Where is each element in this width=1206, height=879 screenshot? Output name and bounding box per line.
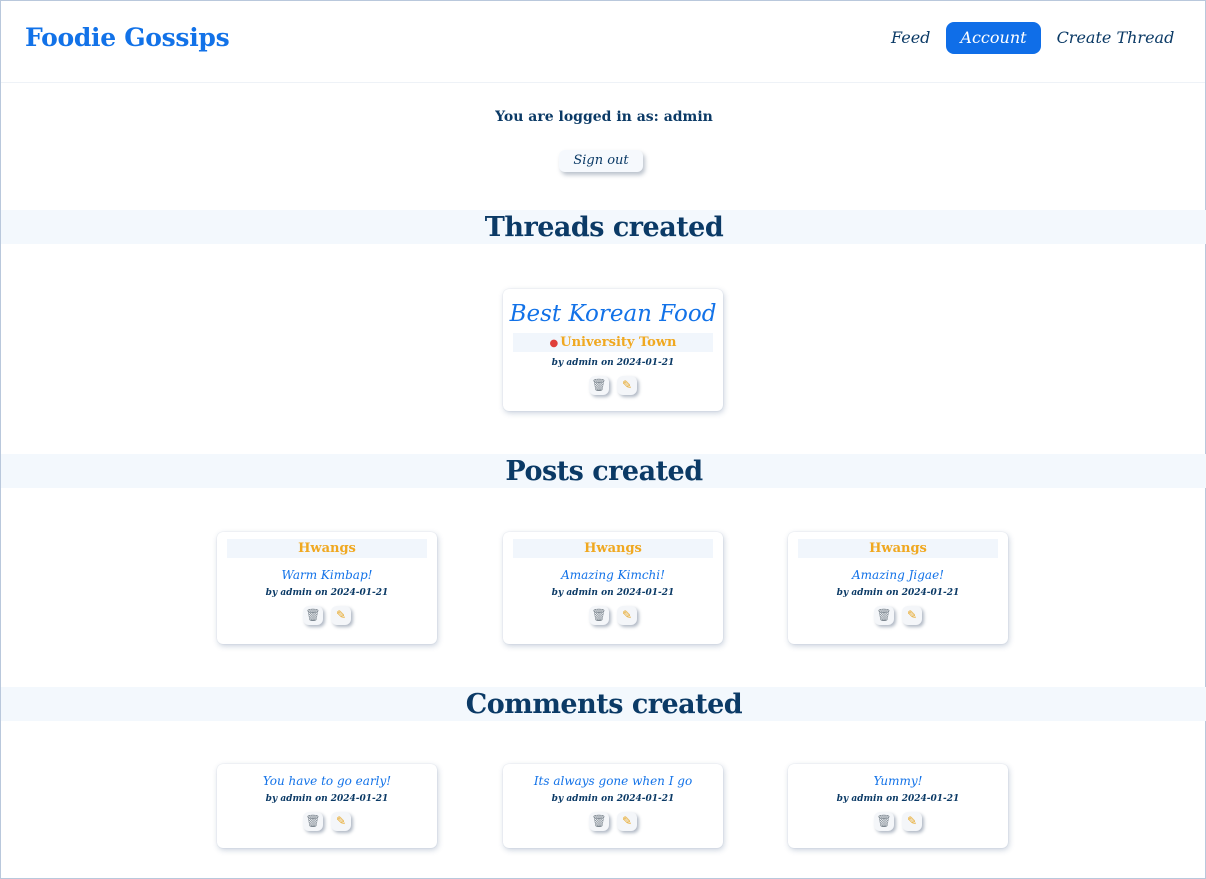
comments-section-header: Comments created xyxy=(1,687,1206,721)
post-thread-name[interactable]: Hwangs xyxy=(798,539,998,558)
trash-icon: 🗑 xyxy=(591,378,607,392)
pencil-icon: ✎ xyxy=(621,378,633,392)
post-meta: by admin on 2024-01-21 xyxy=(551,588,675,598)
trash-icon: 🗑 xyxy=(876,814,892,828)
comments-section-title: Comments created xyxy=(465,689,743,720)
nav-account[interactable]: Account xyxy=(946,22,1041,54)
posts-section-title: Posts created xyxy=(505,456,703,487)
post-meta: by admin on 2024-01-21 xyxy=(265,588,389,598)
delete-comment-button[interactable]: 🗑 xyxy=(303,812,323,831)
thread-card[interactable]: Best Korean Food ● University Town by adm… xyxy=(503,289,723,411)
top-navbar: Foodie Gossips Feed Account Create Threa… xyxy=(1,1,1205,83)
edit-post-button[interactable]: ✎ xyxy=(617,606,637,625)
thread-title[interactable]: Best Korean Food xyxy=(503,299,723,329)
comment-text[interactable]: You have to go early! xyxy=(217,774,437,788)
edit-post-button[interactable]: ✎ xyxy=(902,606,922,625)
logged-in-text: You are logged in as: admin xyxy=(495,109,713,125)
thread-location: ● University Town xyxy=(513,333,713,352)
delete-post-button[interactable]: 🗑 xyxy=(303,606,323,625)
nav-feed[interactable]: Feed xyxy=(877,22,944,54)
brand-logo[interactable]: Foodie Gossips xyxy=(25,23,230,52)
comment-meta: by admin on 2024-01-21 xyxy=(836,794,960,804)
delete-comment-button[interactable]: 🗑 xyxy=(874,812,894,831)
edit-comment-button[interactable]: ✎ xyxy=(902,812,922,831)
pencil-icon: ✎ xyxy=(335,814,347,828)
pin-icon: ● xyxy=(549,338,559,349)
pencil-icon: ✎ xyxy=(906,814,918,828)
edit-post-button[interactable]: ✎ xyxy=(331,606,351,625)
post-thread-name[interactable]: Hwangs xyxy=(513,539,713,558)
trash-icon: 🗑 xyxy=(305,814,321,828)
post-actions: 🗑 ✎ xyxy=(788,606,1008,625)
thread-location-label: University Town xyxy=(560,335,677,350)
edit-comment-button[interactable]: ✎ xyxy=(617,812,637,831)
comment-actions: 🗑 ✎ xyxy=(217,812,437,831)
threads-section-title: Threads created xyxy=(484,212,724,243)
comment-text[interactable]: Yummy! xyxy=(788,774,1008,788)
post-actions: 🗑 ✎ xyxy=(503,606,723,625)
thread-actions: 🗑 ✎ xyxy=(503,376,723,395)
post-card[interactable]: Hwangs Warm Kimbap! by admin on 2024-01-… xyxy=(217,532,437,644)
post-thread-name[interactable]: Hwangs xyxy=(227,539,427,558)
pencil-icon: ✎ xyxy=(906,608,918,622)
pencil-icon: ✎ xyxy=(621,814,633,828)
post-card[interactable]: Hwangs Amazing Kimchi! by admin on 2024-… xyxy=(503,532,723,644)
threads-section-header: Threads created xyxy=(1,210,1206,244)
post-title[interactable]: Amazing Jigae! xyxy=(788,568,1008,582)
post-card[interactable]: Hwangs Amazing Jigae! by admin on 2024-0… xyxy=(788,532,1008,644)
sign-out-button[interactable]: Sign out xyxy=(559,150,643,172)
comment-actions: 🗑 ✎ xyxy=(503,812,723,831)
comment-card[interactable]: Its always gone when I go by admin on 20… xyxy=(503,764,723,848)
edit-comment-button[interactable]: ✎ xyxy=(331,812,351,831)
post-title[interactable]: Amazing Kimchi! xyxy=(503,568,723,582)
trash-icon: 🗑 xyxy=(591,608,607,622)
post-title[interactable]: Warm Kimbap! xyxy=(217,568,437,582)
comment-card[interactable]: You have to go early! by admin on 2024-0… xyxy=(217,764,437,848)
post-meta: by admin on 2024-01-21 xyxy=(836,588,960,598)
edit-thread-button[interactable]: ✎ xyxy=(617,376,637,395)
trash-icon: 🗑 xyxy=(591,814,607,828)
comment-actions: 🗑 ✎ xyxy=(788,812,1008,831)
pencil-icon: ✎ xyxy=(621,608,633,622)
comment-card[interactable]: Yummy! by admin on 2024-01-21 🗑 ✎ xyxy=(788,764,1008,848)
main-nav: Feed Account Create Thread xyxy=(877,22,1188,54)
post-actions: 🗑 ✎ xyxy=(217,606,437,625)
comment-meta: by admin on 2024-01-21 xyxy=(265,794,389,804)
delete-thread-button[interactable]: 🗑 xyxy=(589,376,609,395)
nav-create-thread[interactable]: Create Thread xyxy=(1043,22,1189,54)
comment-meta: by admin on 2024-01-21 xyxy=(551,794,675,804)
posts-section-header: Posts created xyxy=(1,454,1206,488)
comment-text[interactable]: Its always gone when I go xyxy=(503,774,723,788)
thread-meta: by admin on 2024-01-21 xyxy=(551,358,675,368)
trash-icon: 🗑 xyxy=(876,608,892,622)
trash-icon: 🗑 xyxy=(305,608,321,622)
delete-post-button[interactable]: 🗑 xyxy=(589,606,609,625)
delete-comment-button[interactable]: 🗑 xyxy=(589,812,609,831)
delete-post-button[interactable]: 🗑 xyxy=(874,606,894,625)
pencil-icon: ✎ xyxy=(335,608,347,622)
